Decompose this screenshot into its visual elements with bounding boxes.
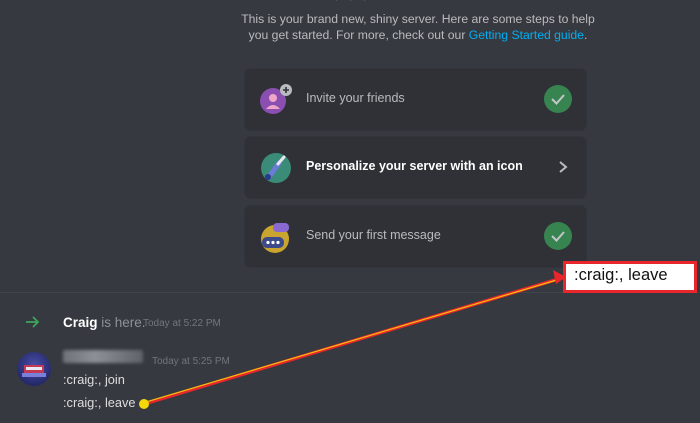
- join-suffix: is here.: [97, 315, 146, 330]
- join-text: Craig is here.: [63, 315, 146, 330]
- task-send-first-message[interactable]: Send your first message: [245, 206, 586, 267]
- task-label: Send your first message: [306, 228, 441, 242]
- message-line: :craig:, leave: [63, 395, 136, 410]
- annotation-callout-box: :craig:, leave: [563, 261, 697, 293]
- join-timestamp: Today at 5:22 PM: [143, 318, 221, 329]
- invite-friends-icon: [260, 84, 292, 114]
- message-timestamp: Today at 5:25 PM: [152, 356, 230, 367]
- message-line: :craig:, join: [63, 372, 125, 387]
- completed-check-icon: [544, 222, 572, 250]
- task-invite-friends[interactable]: Invite your friends: [245, 69, 586, 130]
- task-label: Invite your friends: [306, 91, 405, 105]
- avatar[interactable]: [17, 352, 51, 386]
- annotation-start-dot: [139, 399, 149, 409]
- task-personalize-server[interactable]: Personalize your server with an icon: [245, 137, 586, 198]
- join-arrow-icon: [26, 316, 40, 328]
- welcome-intro-text: This is your brand new, shiny server. He…: [240, 11, 596, 43]
- personalize-brush-icon: [261, 153, 291, 183]
- join-username[interactable]: Craig: [63, 315, 98, 330]
- chevron-right-icon: [559, 161, 568, 173]
- intro-period: .: [583, 28, 588, 42]
- server-welcome-icon: [335, 0, 366, 1]
- annotation-text: :craig:, leave: [574, 266, 668, 284]
- username-redacted[interactable]: [63, 350, 143, 363]
- getting-started-guide-link[interactable]: Getting Started guide: [469, 28, 584, 42]
- join-system-message: Craig is here. Today at 5:22 PM: [0, 312, 700, 334]
- task-label: Personalize your server with an icon: [306, 159, 523, 173]
- completed-check-icon: [544, 85, 572, 113]
- message-bubble-icon: [261, 223, 289, 253]
